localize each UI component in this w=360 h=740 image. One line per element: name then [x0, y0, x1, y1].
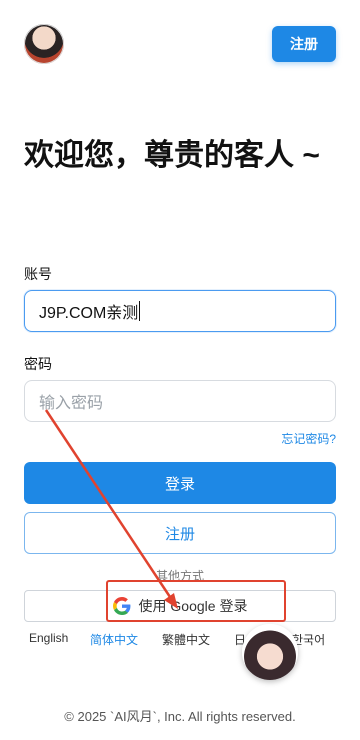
header-register-button[interactable]: 注册	[272, 26, 336, 62]
password-input[interactable]: 输入密码	[24, 380, 336, 422]
lang-simplified-chinese[interactable]: 简体中文	[90, 631, 138, 648]
account-value: J9P.COM亲测	[39, 305, 139, 322]
lang-english[interactable]: English	[29, 631, 68, 645]
text-cursor	[139, 301, 141, 321]
language-switcher: English 简体中文 繁體中文 日 한국어	[0, 631, 360, 649]
account-input[interactable]: J9P.COM亲测	[24, 290, 336, 332]
password-placeholder: 输入密码	[39, 395, 104, 412]
login-button[interactable]: 登录	[24, 462, 336, 504]
password-label: 密码	[24, 356, 52, 372]
annotation-arrow	[44, 409, 178, 609]
copyright-footer: © 2025 `AI风月`, Inc. All rights reserved.	[64, 709, 296, 724]
annotation-highlight-box	[106, 580, 286, 622]
register-button[interactable]: 注册	[24, 512, 336, 554]
lang-traditional-chinese[interactable]: 繁體中文	[162, 631, 210, 648]
mascot-avatar[interactable]	[242, 624, 298, 680]
forgot-password-link[interactable]: 忘记密码?	[281, 430, 336, 447]
welcome-title: 欢迎您，尊贵的客人 ~	[24, 139, 320, 172]
user-avatar[interactable]	[24, 24, 64, 64]
account-label: 账号	[24, 266, 52, 282]
